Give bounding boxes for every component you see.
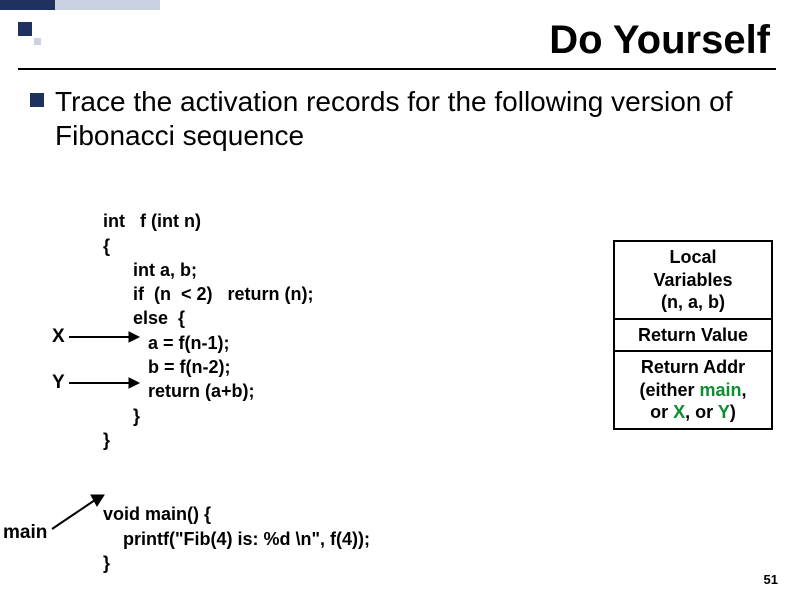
arrow-y <box>67 374 142 392</box>
code-line: else { <box>103 308 185 328</box>
bullet-icon <box>30 93 44 107</box>
code-main-function: void main() { printf("Fib(4) is: %d \n",… <box>103 478 370 575</box>
accent-dark <box>0 0 55 10</box>
stack-cell-return-addr: Return Addr (either main, or X, or Y) <box>615 352 771 428</box>
accent-top-bar <box>0 0 160 10</box>
label-y: Y <box>52 372 65 394</box>
text: , <box>742 380 747 400</box>
text: (either <box>639 380 699 400</box>
title-underline <box>18 68 776 70</box>
code-line: if (n < 2) return (n); <box>103 284 314 304</box>
code-line: void main() { <box>103 504 211 524</box>
code-fibonacci: int f (int n) { int a, b; if (n < 2) ret… <box>103 185 314 452</box>
label-main: main <box>3 522 47 544</box>
text: or <box>650 402 673 422</box>
text: Local <box>669 247 716 267</box>
arrow-x <box>67 328 142 346</box>
page-number: 51 <box>764 572 778 587</box>
code-line: } <box>103 553 110 573</box>
text: , or <box>685 402 718 422</box>
activation-record-table: Local Variables (n, a, b) Return Value R… <box>613 240 773 430</box>
text-y: Y <box>718 402 730 422</box>
text: Variables <box>653 270 732 290</box>
stack-cell-return-value: Return Value <box>615 320 771 353</box>
accent-light <box>55 0 160 10</box>
slide-title: Do Yourself <box>0 18 770 63</box>
text: ) <box>730 402 736 422</box>
code-line: int a, b; <box>103 260 197 280</box>
code-line: int f (int n) <box>103 211 201 231</box>
stack-cell-local-vars: Local Variables (n, a, b) <box>615 242 771 320</box>
code-line: } <box>103 406 140 426</box>
arrow-main <box>49 492 109 534</box>
text: Return Addr <box>641 357 745 377</box>
code-line: } <box>103 430 110 450</box>
text-main: main <box>699 380 741 400</box>
code-line: { <box>103 236 110 256</box>
text: (n, a, b) <box>661 292 725 312</box>
code-line: printf("Fib(4) is: %d \n", f(4)); <box>103 529 370 549</box>
label-x: X <box>52 326 65 348</box>
text-x: X <box>673 402 685 422</box>
main-paragraph: Trace the activation records for the fol… <box>55 85 755 152</box>
